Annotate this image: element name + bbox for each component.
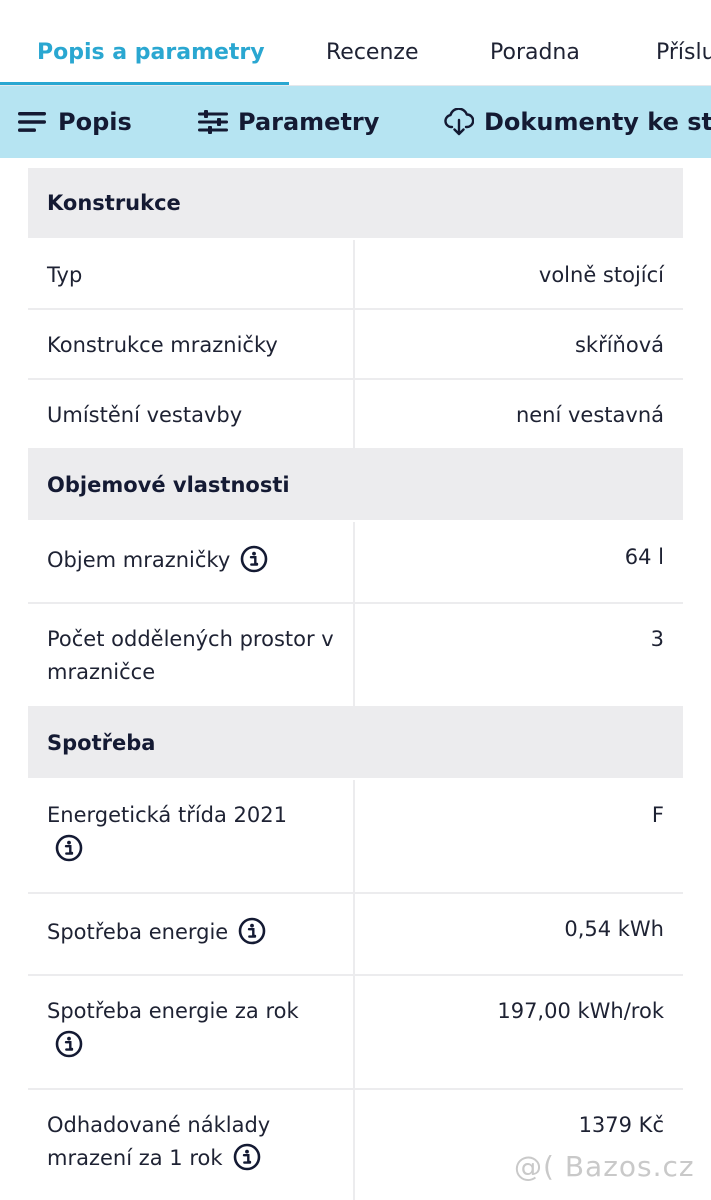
- section-title-konstrukce: Konstrukce: [28, 168, 683, 240]
- row-value: 197,00 kWh/rok: [355, 976, 683, 1088]
- subnav-dokumenty-label: Dokumenty ke sta: [484, 108, 711, 136]
- table-row: Objem mrazničky 64 l: [28, 522, 683, 604]
- subnav-parametry-label: Parametry: [238, 108, 380, 136]
- info-icon[interactable]: [55, 1030, 83, 1058]
- section-nav: Popis Parametry Dokumenty ke sta: [0, 86, 711, 158]
- row-label: Typ: [28, 240, 353, 308]
- tab-recenze[interactable]: Recenze: [326, 40, 419, 65]
- parameters-table: Konstrukce Typ volně stojící Konstrukce …: [28, 168, 683, 1200]
- subnav-popis-label: Popis: [58, 108, 132, 136]
- table-row: Energetická třída 2021 F: [28, 780, 683, 894]
- table-row: Počet oddělených prostor v mrazničce 3: [28, 604, 683, 708]
- subnav-parametry[interactable]: Parametry: [198, 86, 379, 158]
- row-label-with-info: Objem mrazničky: [28, 522, 353, 602]
- table-row: Spotřeba energie za rok 197,00 kWh/rok: [28, 976, 683, 1090]
- subnav-dokumenty[interactable]: Dokumenty ke sta: [444, 86, 711, 158]
- info-icon[interactable]: [55, 834, 83, 862]
- row-label: Spotřeba energie: [47, 920, 229, 944]
- watermark: @( Bazos.cz: [514, 1150, 695, 1183]
- row-value: skříňová: [355, 310, 683, 378]
- cloud-download-icon: [444, 108, 474, 136]
- row-label-with-info: Odhadované náklady mrazení za 1 rok: [28, 1090, 353, 1200]
- row-value: F: [355, 780, 683, 892]
- table-row: Konstrukce mrazničky skříňová: [28, 310, 683, 380]
- row-value: volně stojící: [355, 240, 683, 308]
- row-label: Spotřeba energie za rok: [47, 999, 299, 1023]
- product-tabs: Popis a parametry Recenze Poradna Příslu: [0, 0, 711, 86]
- row-label-with-info: Spotřeba energie za rok: [28, 976, 353, 1088]
- section-title-spotreba: Spotřeba: [28, 708, 683, 780]
- tab-poradna[interactable]: Poradna: [490, 40, 580, 65]
- table-row: Umístění vestavby není vestavná: [28, 380, 683, 450]
- info-icon[interactable]: [240, 545, 268, 573]
- sliders-icon: [198, 110, 228, 134]
- row-value: není vestavná: [355, 380, 683, 448]
- row-label-with-info: Spotřeba energie: [28, 894, 353, 974]
- menu-lines-icon: [18, 112, 46, 132]
- row-label: Počet oddělených prostor v mrazničce: [28, 604, 353, 706]
- row-label: Objem mrazničky: [47, 548, 231, 572]
- row-value: 3: [355, 604, 683, 706]
- table-row: Spotřeba energie 0,54 kWh: [28, 894, 683, 976]
- tab-prislusenstvi[interactable]: Příslu: [656, 40, 711, 65]
- row-label: Konstrukce mrazničky: [28, 310, 353, 378]
- tab-popis-a-parametry[interactable]: Popis a parametry: [37, 40, 265, 65]
- row-value: 0,54 kWh: [355, 894, 683, 974]
- row-label: Umístění vestavby: [28, 380, 353, 448]
- row-label: Energetická třída 2021: [47, 803, 287, 827]
- info-icon[interactable]: [233, 1143, 261, 1171]
- row-value: 1379 Kč: [355, 1090, 683, 1200]
- table-row: Odhadované náklady mrazení za 1 rok 1379…: [28, 1090, 683, 1200]
- subnav-popis[interactable]: Popis: [18, 86, 132, 158]
- row-label-with-info: Energetická třída 2021: [28, 780, 353, 892]
- row-value: 64 l: [355, 522, 683, 602]
- info-icon[interactable]: [238, 917, 266, 945]
- section-title-objem: Objemové vlastnosti: [28, 450, 683, 522]
- table-row: Typ volně stojící: [28, 240, 683, 310]
